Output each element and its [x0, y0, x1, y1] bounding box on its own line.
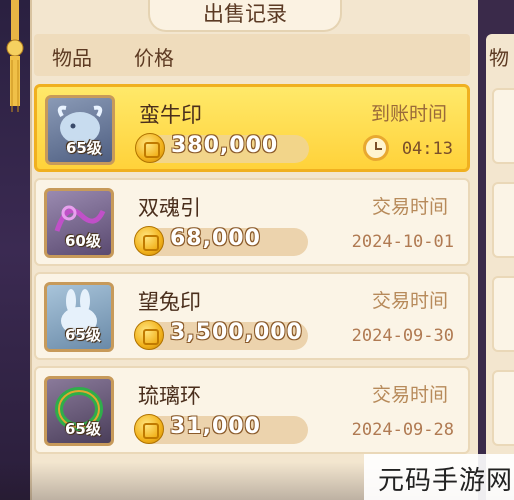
- watermark-text: 元码手游网: [378, 466, 514, 496]
- item-price: 31,000: [170, 414, 261, 439]
- header-item: 物品: [52, 46, 92, 70]
- coin-icon: [134, 414, 164, 444]
- item-level: 65级: [65, 326, 101, 344]
- tassel-icon: [6, 0, 24, 112]
- soul-ribbon-icon: 60级: [44, 188, 114, 258]
- adjacent-slot[interactable]: [492, 276, 514, 352]
- item-name: 琉璃环: [138, 384, 201, 408]
- item-level: 65级: [66, 139, 102, 157]
- adjacent-slot[interactable]: [492, 88, 514, 164]
- clock-icon: [363, 135, 389, 161]
- adjacent-header: 物: [489, 46, 509, 70]
- rabbit-seal-icon: 65级: [44, 282, 114, 352]
- header-price: 价格: [134, 46, 174, 70]
- item-price: 3,500,000: [170, 320, 303, 345]
- item-level: 65级: [65, 420, 101, 438]
- panel-title: 出售记录: [148, 0, 342, 32]
- sale-row[interactable]: 60级 双魂引 68,000 交易时间 2024-10-01: [34, 178, 470, 266]
- time-label: 交易时间: [371, 196, 448, 218]
- item-price: 380,000: [171, 133, 279, 158]
- sale-row[interactable]: 65级 琉璃环 31,000 交易时间 2024-09-28: [34, 366, 470, 454]
- time-value: 2024-09-28: [351, 420, 454, 440]
- watermark: 元码手游网: [364, 454, 514, 500]
- time-label: 交易时间: [371, 384, 448, 406]
- item-name: 望兔印: [138, 290, 201, 314]
- time-label: 到账时间: [370, 103, 447, 125]
- time-label: 交易时间: [371, 290, 448, 312]
- item-name: 双魂引: [138, 196, 201, 220]
- adjacent-slot[interactable]: [492, 370, 514, 446]
- item-name: 蛮牛印: [139, 103, 202, 127]
- adjacent-slot[interactable]: [492, 182, 514, 258]
- sale-row[interactable]: 65级 望兔印 3,500,000 交易时间 2024-09-30: [34, 272, 470, 360]
- list-header: [34, 34, 470, 76]
- item-price: 68,000: [170, 226, 261, 251]
- coin-icon: [135, 133, 165, 163]
- bull-seal-icon: 65级: [45, 95, 115, 165]
- item-level: 60级: [65, 232, 101, 250]
- time-value: 04:13: [401, 139, 453, 159]
- jade-ring-icon: 65级: [44, 376, 114, 446]
- time-value: 2024-10-01: [351, 232, 454, 252]
- sale-row[interactable]: 65级 蛮牛印 380,000 到账时间 04:13: [34, 84, 470, 172]
- time-value: 2024-09-30: [351, 326, 454, 346]
- coin-icon: [134, 226, 164, 256]
- coin-icon: [134, 320, 164, 350]
